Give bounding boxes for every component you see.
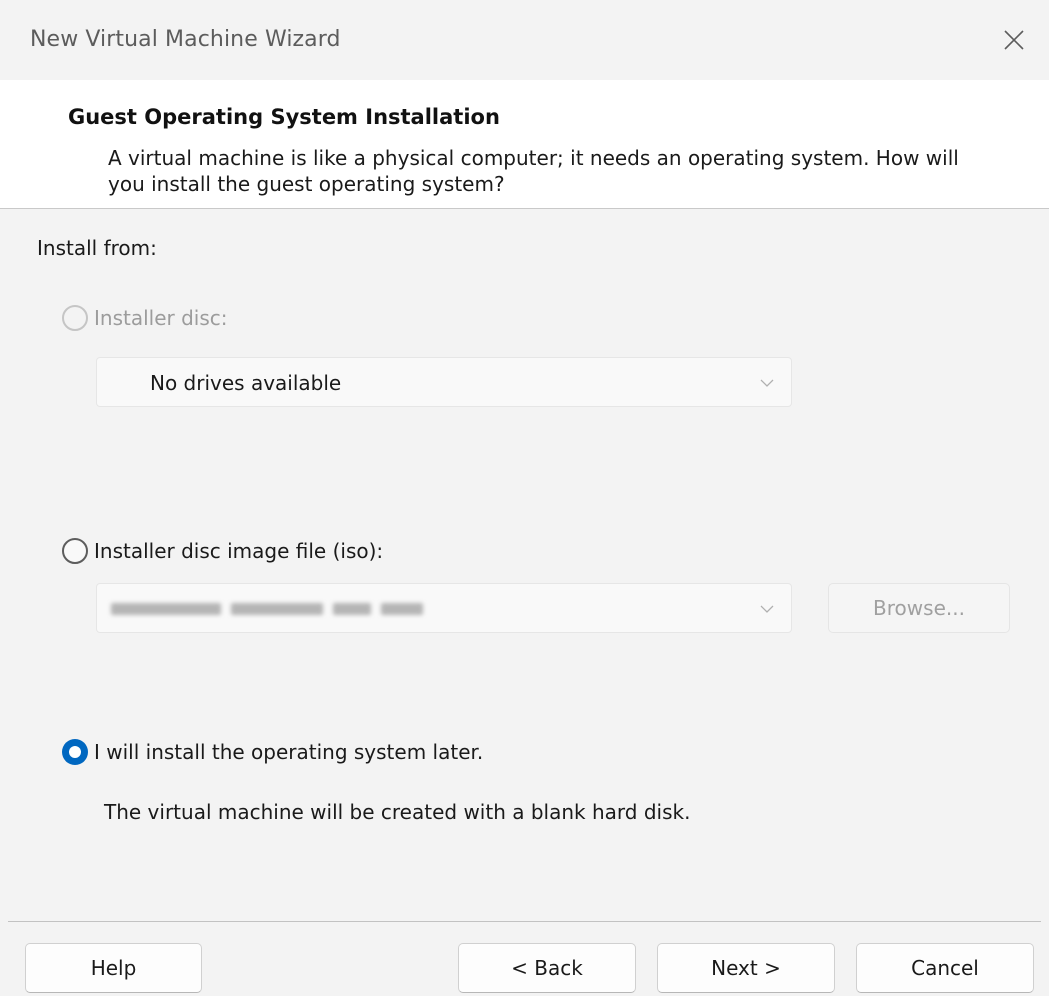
installer-disc-dropdown-value: No drives available [150,371,342,395]
footer-divider [8,921,1041,922]
page-title: Guest Operating System Installation [68,105,500,129]
blurred-iso-path [111,603,423,615]
header-panel: Guest Operating System Installation A vi… [0,80,1049,209]
install-later-radio[interactable] [62,739,88,765]
installer-disc-option: Installer disc: [62,305,228,331]
window-title: New Virtual Machine Wizard [30,27,341,52]
installer-disc-dropdown: No drives available [96,357,792,407]
back-button[interactable]: < Back [458,943,636,993]
iso-image-label: Installer disc image file (iso): [94,539,384,563]
browse-button: Browse... [828,583,1010,633]
title-bar[interactable]: New Virtual Machine Wizard [0,0,1049,80]
help-button[interactable]: Help [25,943,202,993]
close-button[interactable] [979,0,1049,80]
next-button[interactable]: Next > [657,943,835,993]
install-from-label: Install from: [37,236,157,260]
iso-image-radio[interactable] [62,538,88,564]
page-description: A virtual machine is like a physical com… [108,146,959,196]
install-later-option[interactable]: I will install the operating system late… [62,739,483,765]
installer-disc-label: Installer disc: [94,306,228,330]
install-later-note: The virtual machine will be created with… [104,800,691,824]
options-panel: Install from: Installer disc: No drives … [0,209,1049,921]
chevron-down-icon [760,379,774,387]
iso-image-option[interactable]: Installer disc image file (iso): [62,538,383,564]
installer-disc-radio [62,305,88,331]
install-later-label: I will install the operating system late… [94,740,484,764]
wizard-window: New Virtual Machine Wizard Guest Operati… [0,0,1049,996]
close-icon [1004,30,1024,50]
cancel-button[interactable]: Cancel [856,943,1034,993]
chevron-down-icon [760,605,774,613]
iso-path-combobox [96,583,792,633]
wizard-footer: Help < Back Next > Cancel [0,921,1049,996]
